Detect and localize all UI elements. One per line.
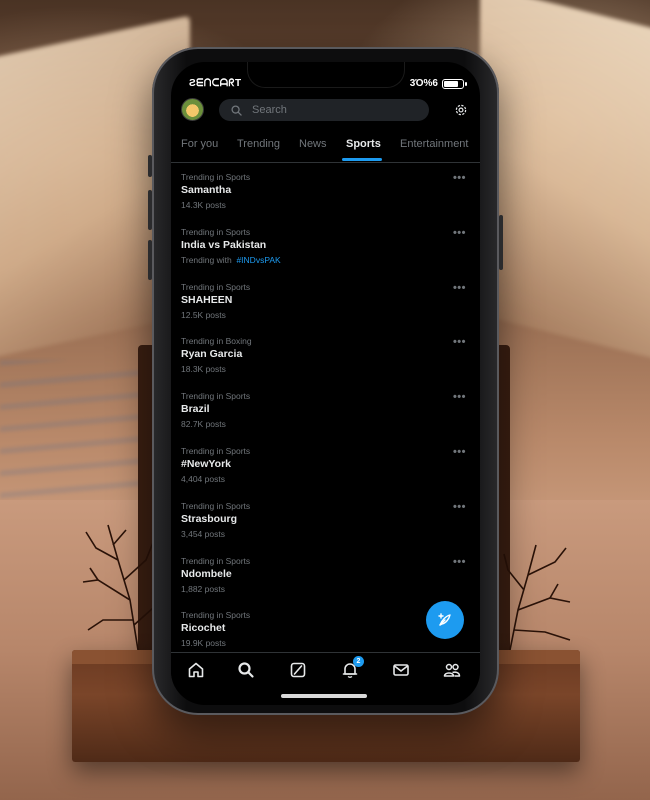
trend-post-count: 3,454 posts xyxy=(181,528,225,539)
bottom-navigation: 2 xyxy=(171,652,480,687)
trend-context: Trending in Sports xyxy=(181,555,251,566)
search-bar[interactable] xyxy=(219,99,429,121)
trend-post-count: 14.3K posts xyxy=(181,200,226,210)
list-item[interactable]: Trending in Sports Strasbourg 3,454 post… xyxy=(171,493,480,548)
list-item[interactable]: Trending in Sports Brazil 82.7K posts ••… xyxy=(171,383,480,438)
trend-name: Brazil xyxy=(181,403,210,416)
tab-trending[interactable]: Trending xyxy=(237,138,280,150)
trend-context: Trending in Sports xyxy=(181,172,251,182)
search-input[interactable] xyxy=(252,104,412,116)
search-icon xyxy=(231,104,242,116)
more-options-icon[interactable]: ••• xyxy=(453,336,466,348)
list-item[interactable]: Trending in Sports Ndombele 1,882 posts … xyxy=(171,548,480,603)
status-bar-right-text: 3Ό%6 xyxy=(409,78,438,89)
trend-context: Trending in Sports xyxy=(181,391,251,402)
notifications-tab[interactable]: 2 xyxy=(341,656,364,679)
trend-context: Trending in Sports xyxy=(181,281,251,292)
more-options-icon[interactable]: ••• xyxy=(453,391,466,403)
trends-list: Trending in Sports Samantha 14.3K posts … xyxy=(171,164,480,657)
status-bar: ƧᗴᑎᑕᗩᖇT 3Ό%6 xyxy=(171,74,480,94)
hashtag-link[interactable]: #INDvsPAK xyxy=(236,255,280,265)
messages-icon[interactable] xyxy=(392,661,410,679)
decorative-twig-left xyxy=(82,524,155,650)
trend-context: Trending in Sports xyxy=(181,445,251,456)
status-bar-left-text: ƧᗴᑎᑕᗩᖇT xyxy=(189,78,242,89)
trend-related: Trending with #INDvsPAK xyxy=(181,253,480,267)
status-bar-right: 3Ό%6 xyxy=(409,78,467,89)
trend-name: Strasbourg xyxy=(181,512,238,525)
more-options-icon[interactable]: ••• xyxy=(453,227,466,239)
list-item[interactable]: Trending in Sports India vs Pakistan Tre… xyxy=(171,219,480,274)
tab-entertainment[interactable]: Entertainment xyxy=(400,138,468,150)
explore-tabs: For you Trending News Sports Entertainme… xyxy=(171,128,480,163)
trend-name: Samantha xyxy=(181,184,232,196)
trend-name: India vs Pakistan xyxy=(181,238,267,251)
avatar[interactable] xyxy=(181,98,204,121)
notification-badge: 2 xyxy=(353,656,364,667)
trend-post-count: 12.5K posts xyxy=(181,309,226,320)
more-options-icon[interactable]: ••• xyxy=(453,556,466,568)
trend-post-count: 82.7K posts xyxy=(181,419,226,430)
grok-icon[interactable] xyxy=(289,661,307,679)
phone-screen: ƧᗴᑎᑕᗩᖇT 3Ό%6 For you Trending News Sport… xyxy=(171,62,480,705)
compose-post-button[interactable] xyxy=(426,601,464,639)
list-item[interactable]: Trending in Boxing Ryan Garcia 18.3K pos… xyxy=(171,328,480,383)
phone-side-button-mute xyxy=(148,155,152,177)
trend-related-prefix: Trending with xyxy=(181,254,232,265)
active-tab-indicator xyxy=(342,158,382,161)
more-options-icon[interactable]: ••• xyxy=(453,446,466,458)
trend-post-count: 1,882 posts xyxy=(181,583,225,594)
list-item[interactable]: Trending in Sports SHAHEEN 12.5K posts •… xyxy=(171,274,480,329)
tab-sports[interactable]: Sports xyxy=(346,138,381,150)
list-item[interactable]: Trending in Sports #NewYork 4,404 posts … xyxy=(171,438,480,493)
list-item[interactable]: Trending in Sports Samantha 14.3K posts … xyxy=(171,164,480,219)
trend-name: Ndombele xyxy=(181,567,232,580)
trend-name: SHAHEEN xyxy=(181,293,233,306)
more-options-icon[interactable]: ••• xyxy=(453,501,466,513)
home-indicator xyxy=(281,694,367,698)
phone-side-button-volume-down xyxy=(148,240,152,280)
gear-icon[interactable] xyxy=(454,103,468,117)
battery-icon xyxy=(442,78,467,89)
phone-side-button-volume-up xyxy=(148,190,152,230)
explore-header xyxy=(171,98,480,124)
decorative-twig-right xyxy=(503,544,571,650)
search-icon[interactable] xyxy=(237,661,255,679)
home-icon[interactable] xyxy=(187,661,205,679)
tab-for-you[interactable]: For you xyxy=(181,138,218,150)
tab-news[interactable]: News xyxy=(299,138,327,150)
trend-context: Trending in Boxing xyxy=(181,336,252,347)
trend-context: Trending in Sports xyxy=(181,226,251,237)
more-options-icon[interactable]: ••• xyxy=(453,282,466,294)
compose-feather-icon xyxy=(438,613,451,626)
more-options-icon[interactable]: ••• xyxy=(453,172,466,184)
trend-post-count: 19.9K posts xyxy=(181,638,226,649)
trend-post-count: 18.3K posts xyxy=(181,364,226,375)
trend-name: #NewYork xyxy=(181,457,231,470)
trend-context: Trending in Sports xyxy=(181,500,251,511)
phone-side-button-power xyxy=(499,215,503,270)
open-book-right xyxy=(480,0,650,365)
trend-post-count: 4,404 posts xyxy=(181,473,225,484)
trend-name: Ryan Garcia xyxy=(181,348,243,361)
communities-icon[interactable] xyxy=(443,661,461,679)
